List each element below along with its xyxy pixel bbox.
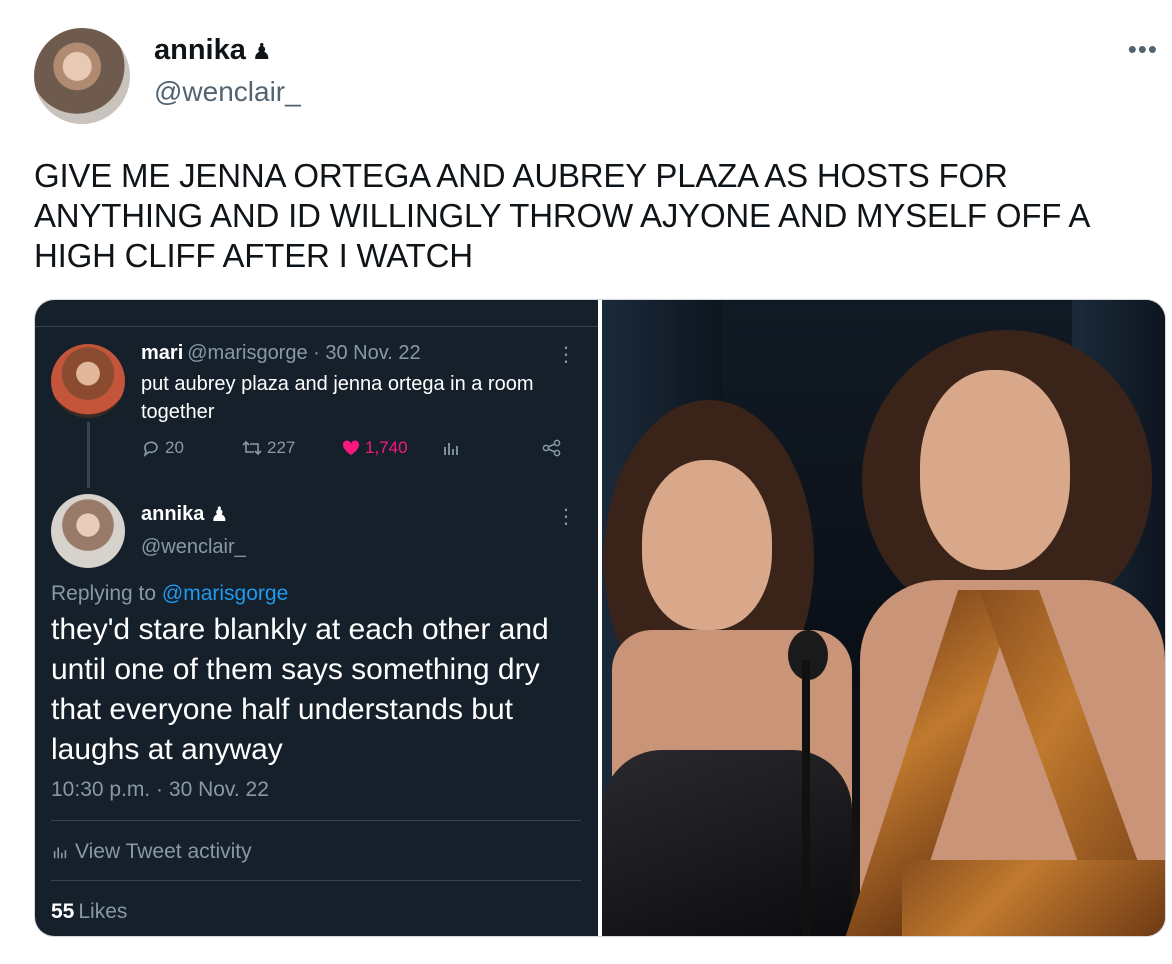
- likes-summary: 55 Likes: [51, 900, 127, 924]
- thread-line: [87, 422, 90, 488]
- replying-to-line: Replying to @marisgorge: [51, 582, 288, 606]
- chess-pawn-icon: ♟: [251, 38, 272, 64]
- view-tweet-activity: View Tweet activity: [51, 840, 252, 864]
- original-tweet-actions: 20 227 1,740: [141, 438, 571, 464]
- black-dress: [602, 750, 852, 936]
- original-author-avatar: [51, 344, 125, 418]
- reply-author-name-row: annika ♟: [141, 502, 228, 527]
- kebab-icon: ⋮: [556, 344, 576, 366]
- reply-author-name: annika: [141, 503, 205, 525]
- original-tweet-text: put aubrey plaza and jenna ortega in a r…: [141, 373, 534, 423]
- like-action: 1,740: [341, 438, 408, 458]
- share-action: [541, 438, 563, 458]
- likes-count: 55: [51, 900, 75, 923]
- bar-chart-icon: [444, 443, 458, 455]
- view-tweet-activity-label: View Tweet activity: [75, 840, 252, 863]
- photo-illustration: [602, 300, 1165, 936]
- tweet-text: GIVE ME JENNA ORTEGA AND AUBREY PLAZA AS…: [34, 157, 1089, 274]
- likes-label: Likes: [78, 900, 128, 923]
- retweet-icon: [242, 440, 262, 456]
- face: [920, 370, 1070, 570]
- original-author-name: mari: [141, 342, 184, 364]
- divider: [35, 326, 598, 327]
- author-display-name[interactable]: annika: [154, 34, 246, 67]
- original-tweet-meta: @marisgorge · 30 Nov. 22: [187, 342, 421, 364]
- retweet-count: 227: [267, 438, 296, 457]
- gold-dress-skirt: [902, 860, 1165, 936]
- kebab-icon: ⋮: [556, 506, 576, 528]
- replying-to-mention: @marisgorge: [161, 582, 289, 605]
- media-grid[interactable]: mari @marisgorge · 30 Nov. 22 ⋮ put aubre…: [34, 299, 1166, 937]
- divider: [51, 820, 581, 821]
- reply-author-avatar: [51, 494, 125, 568]
- tweet: annika ♟ @wenclair_ ••• GIVE ME JENNA OR…: [0, 0, 1172, 964]
- original-tweet-header: mari @marisgorge · 30 Nov. 22: [141, 342, 421, 365]
- reply-author-handle: @wenclair_: [141, 536, 246, 558]
- replying-to-prefix: Replying to: [51, 582, 157, 605]
- reply-action: 20: [141, 438, 184, 458]
- author-name-row: annika ♟: [154, 34, 272, 67]
- reply-icon: [143, 441, 158, 457]
- share-icon: [542, 439, 561, 457]
- views-action: [441, 438, 461, 458]
- reply-count: 20: [165, 438, 184, 457]
- more-options-button[interactable]: •••: [1128, 34, 1158, 65]
- author-handle[interactable]: @wenclair_: [154, 76, 301, 108]
- face: [642, 460, 772, 630]
- divider: [51, 880, 581, 881]
- reply-tweet-text: they'd stare blankly at each other and u…: [51, 613, 549, 766]
- microphone-stand: [802, 660, 810, 936]
- author-avatar[interactable]: [34, 28, 130, 124]
- chess-pawn-icon: ♟: [210, 504, 229, 526]
- bar-chart-icon: [53, 847, 67, 859]
- heart-icon: [342, 440, 360, 455]
- media-image-tweet-screenshot[interactable]: mari @marisgorge · 30 Nov. 22 ⋮ put aubre…: [35, 300, 598, 936]
- retweet-action: 227: [241, 438, 295, 458]
- media-image-photo[interactable]: [602, 300, 1165, 936]
- reply-timestamp: 10:30 p.m. · 30 Nov. 22: [51, 778, 269, 801]
- like-count: 1,740: [365, 438, 408, 457]
